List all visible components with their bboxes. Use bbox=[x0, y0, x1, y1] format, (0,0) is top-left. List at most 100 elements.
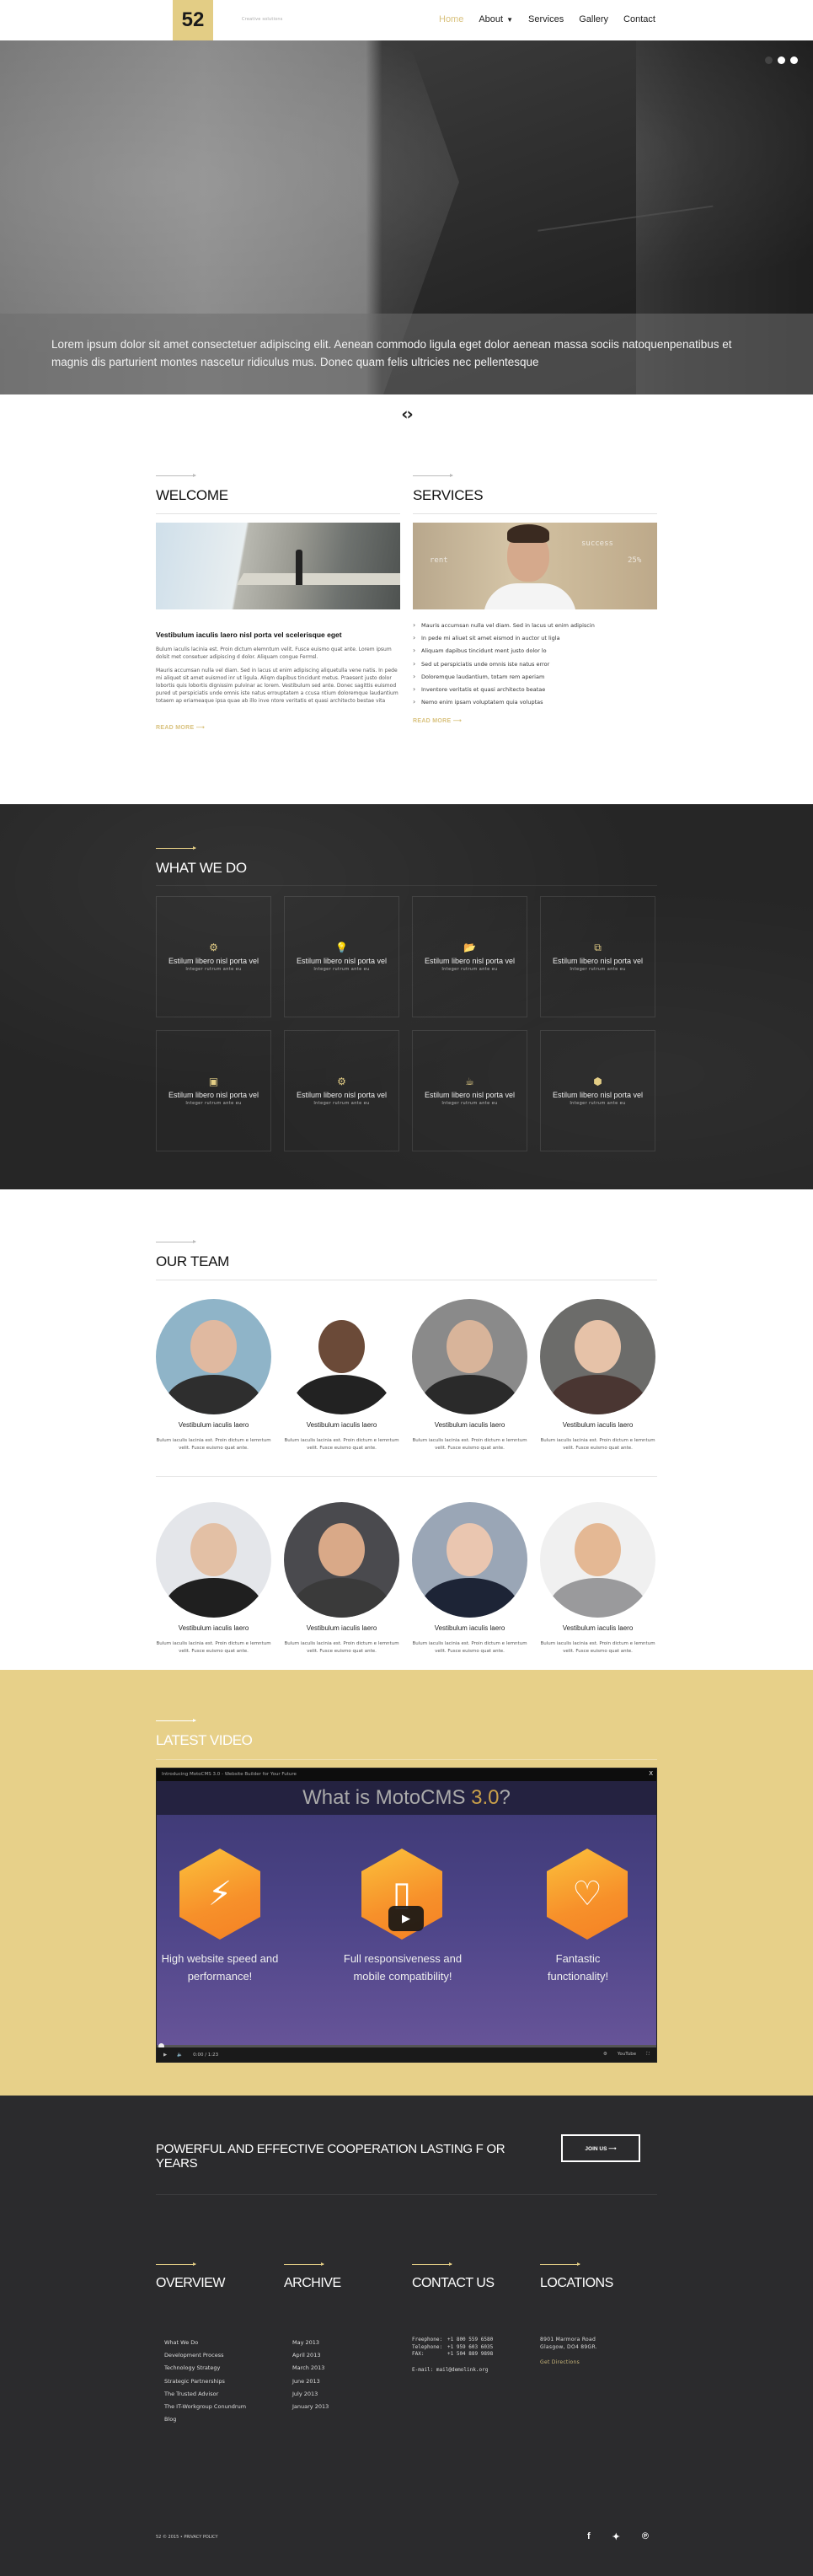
play-icon[interactable]: ▶ bbox=[163, 2053, 167, 2058]
avatar[interactable] bbox=[156, 1299, 271, 1414]
overview-link[interactable]: Strategic Partnerships bbox=[164, 2375, 271, 2388]
avatar-head bbox=[575, 1522, 621, 1576]
nav-home[interactable]: Home bbox=[439, 14, 463, 24]
video-player-title[interactable]: Introducing MotoCMS 3.0 - Website Builde… bbox=[162, 1772, 297, 1777]
twitter-icon[interactable]: ✦ bbox=[612, 2531, 620, 2542]
overview-link[interactable]: Technology Strategy bbox=[164, 2362, 271, 2375]
what-we-do-section: WHAT WE DO ⚙ Estilum libero nisl porta ve… bbox=[0, 804, 813, 1189]
archive-link[interactable]: May 2013 bbox=[292, 2337, 399, 2349]
service-card[interactable]: ⬢ Estilum libero nisl porta vel Integer ru… bbox=[540, 1030, 655, 1151]
next-arrow-icon[interactable]: › bbox=[407, 404, 414, 424]
service-card[interactable]: 📂 Estilum libero nisl porta vel Integer ru… bbox=[412, 896, 527, 1017]
service-card[interactable]: 💡 Estilum libero nisl porta vel Integer ru… bbox=[284, 896, 399, 1017]
archive-link[interactable]: July 2013 bbox=[292, 2388, 399, 2401]
list-item[interactable]: Inventore veritatis et quasi architecto … bbox=[413, 683, 657, 696]
avatar[interactable] bbox=[412, 1502, 527, 1618]
volume-icon[interactable]: 🔈 bbox=[177, 2053, 183, 2058]
welcome-image bbox=[156, 523, 400, 609]
image-detail bbox=[296, 550, 302, 585]
welcome-paragraph: Bulum iaculis lacinia est. Proin dictum … bbox=[156, 647, 392, 660]
youtube-icon[interactable]: YouTube bbox=[618, 2052, 636, 2058]
avatar[interactable] bbox=[284, 1502, 399, 1618]
video-feature-text: Fantastic functionality! bbox=[547, 1952, 609, 1983]
fax-value: +1 504 889 9898 bbox=[447, 2351, 494, 2357]
avatar-head bbox=[318, 1522, 365, 1576]
services-read-more-link[interactable]: READ MORE ⟶ bbox=[413, 717, 462, 724]
what-we-do-title: WHAT WE DO bbox=[156, 860, 657, 886]
intro-section: WELCOME Vestibulum iaculis laero nisl po… bbox=[0, 433, 813, 804]
get-directions-link[interactable]: Get Directions bbox=[540, 2359, 655, 2367]
image-detail: success bbox=[581, 539, 613, 548]
overview-link[interactable]: The IT-Workgroup Conundrum bbox=[164, 2401, 271, 2413]
overview-link[interactable]: The Trusted Advisor bbox=[164, 2388, 271, 2401]
service-card-subtitle: Integer rutrum ante eu bbox=[570, 967, 626, 972]
play-button[interactable]: ▶ bbox=[388, 1906, 424, 1931]
list-item[interactable]: Aliquam dapibus tincidunt ment justo dol… bbox=[413, 644, 657, 657]
avatar[interactable] bbox=[284, 1299, 399, 1414]
archive-link[interactable]: April 2013 bbox=[292, 2349, 399, 2362]
avatar[interactable] bbox=[156, 1502, 271, 1618]
nav-about[interactable]: About ▼ bbox=[479, 14, 513, 24]
pinterest-icon[interactable]: ℗ bbox=[642, 2531, 649, 2542]
avatar[interactable] bbox=[540, 1299, 655, 1414]
team-member-name: Vestibulum iaculis laero bbox=[434, 1421, 505, 1429]
services-list: Mauris accumsan nulla vel diam. Sed in l… bbox=[413, 619, 657, 709]
avatar-head bbox=[190, 1522, 237, 1576]
copy-icon: ⧉ bbox=[594, 942, 602, 953]
archive-link[interactable]: March 2013 bbox=[292, 2362, 399, 2375]
arrow-line-icon bbox=[156, 846, 196, 850]
email-link[interactable]: E-mail: mail@demolink.org bbox=[412, 2367, 527, 2375]
service-card[interactable]: ▣ Estilum libero nisl porta vel Integer ru… bbox=[156, 1030, 271, 1151]
service-card-title: Estilum libero nisl porta vel bbox=[552, 1091, 644, 1099]
slider-dot-1[interactable] bbox=[765, 56, 773, 64]
nav-gallery[interactable]: Gallery bbox=[579, 14, 608, 24]
lightbulb-icon: 💡 bbox=[335, 942, 348, 953]
calendar-icon: ▣ bbox=[208, 1076, 219, 1087]
settings-icon[interactable]: ⚙ bbox=[603, 2052, 607, 2058]
archive-link[interactable]: January 2013 bbox=[292, 2401, 399, 2413]
facebook-icon[interactable]: f bbox=[587, 2531, 591, 2542]
welcome-title: WELCOME bbox=[156, 487, 400, 514]
join-us-button[interactable]: JOIN US ⟶ bbox=[561, 2134, 640, 2162]
footer-overview: OVERVIEW What We Do Development Process Te… bbox=[156, 2262, 271, 2426]
list-item[interactable]: Sed ut perspiciatis unde omnis iste natu… bbox=[413, 657, 657, 671]
fax-label: FAX: bbox=[412, 2351, 425, 2357]
slider-dot-2[interactable] bbox=[778, 56, 785, 64]
avatar-body bbox=[292, 1578, 391, 1618]
team-member-name: Vestibulum iaculis laero bbox=[562, 1421, 634, 1429]
fullscreen-icon[interactable]: ⛶ bbox=[646, 2052, 650, 2058]
service-card[interactable]: ☕ Estilum libero nisl porta vel Integer ru… bbox=[412, 1030, 527, 1151]
footer-contact-title: CONTACT US bbox=[412, 2276, 495, 2290]
list-item[interactable]: Mauris accumsan nulla vel diam. Sed in l… bbox=[413, 619, 657, 632]
video-player[interactable]: Introducing MotoCMS 3.0 - Website Builde… bbox=[156, 1768, 657, 2063]
overview-link[interactable]: What We Do bbox=[164, 2337, 271, 2349]
archive-links: May 2013 April 2013 March 2013 June 2013 Jul… bbox=[284, 2337, 399, 2413]
chevron-down-icon: ▼ bbox=[506, 15, 514, 24]
list-item[interactable]: Doloremque laudantium, totam rem aperiam bbox=[413, 670, 657, 684]
footer-archive: ARCHIVE May 2013 April 2013 March 2013 June… bbox=[284, 2262, 399, 2426]
archive-link[interactable]: June 2013 bbox=[292, 2375, 399, 2388]
cta-section: POWERFUL AND EFFECTIVE COOPERATION LASTI… bbox=[0, 2096, 813, 2239]
overview-link[interactable]: Development Process bbox=[164, 2349, 271, 2362]
nav-contact[interactable]: Contact bbox=[623, 14, 655, 24]
copyright[interactable]: 52 © 2015 • PRIVACY POLICY bbox=[156, 2535, 218, 2540]
slider-dot-3[interactable] bbox=[790, 56, 798, 64]
list-item[interactable]: Nemo enim ipsam voluptatem quia voluptas bbox=[413, 695, 657, 709]
avatar[interactable] bbox=[540, 1502, 655, 1618]
list-item[interactable]: In pede mi aliuet sit amet eismod in auc… bbox=[413, 631, 657, 645]
video-feature-text: High website speed and performance! bbox=[161, 1952, 279, 1983]
service-card-title: Estilum libero nisl porta vel bbox=[168, 957, 259, 965]
service-card[interactable]: ⚙ Estilum libero nisl porta vel Integer ru… bbox=[156, 896, 271, 1017]
close-icon[interactable]: X bbox=[649, 1770, 653, 1777]
logo[interactable]: 52 bbox=[173, 0, 213, 40]
main-nav: Home About ▼ Services Gallery Contact bbox=[439, 14, 671, 24]
service-card[interactable]: ⚙ Estilum libero nisl porta vel Integer ru… bbox=[284, 1030, 399, 1151]
address-line: 8901 Marmora Road bbox=[540, 2337, 596, 2343]
avatar[interactable] bbox=[412, 1299, 527, 1414]
avatar-head bbox=[190, 1319, 237, 1373]
telephone-label: Telephone: bbox=[412, 2343, 443, 2350]
welcome-read-more-link[interactable]: READ MORE ⟶ bbox=[156, 724, 205, 731]
service-card[interactable]: ⧉ Estilum libero nisl porta vel Integer ru… bbox=[540, 896, 655, 1017]
nav-services[interactable]: Services bbox=[528, 14, 564, 24]
overview-link[interactable]: Blog bbox=[164, 2413, 271, 2426]
